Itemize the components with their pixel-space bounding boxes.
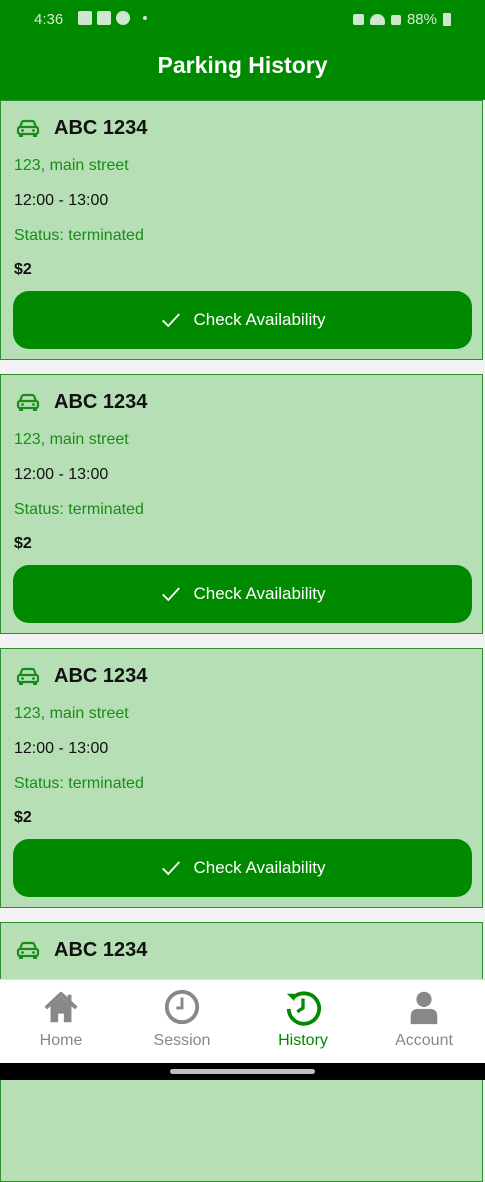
parking-price: $2: [14, 535, 32, 552]
more-notifications-icon: [143, 16, 147, 20]
system-indicators: 88%: [352, 11, 451, 28]
parking-status: Status: terminated: [14, 501, 144, 518]
home-icon: [44, 991, 78, 1023]
parking-time-range: 12:00 - 13:00: [14, 466, 109, 483]
history-card: ABC 1234 123, main street 12:00 - 13:00 …: [0, 100, 483, 360]
nav-history[interactable]: History: [253, 988, 353, 1050]
plate-row: ABC 1234: [16, 391, 147, 414]
notification-icons: [78, 11, 147, 25]
nav-history-label: History: [278, 1032, 328, 1049]
button-label: Check Availability: [193, 310, 326, 329]
license-plate: ABC 1234: [54, 939, 148, 961]
signal-icon: [390, 14, 401, 25]
battery-percent: 88%: [406, 11, 437, 28]
check-availability-button[interactable]: Check Availability: [13, 839, 472, 897]
checkmark-icon: [161, 587, 180, 602]
car-icon: [16, 941, 40, 959]
gallery-icon: [78, 11, 92, 25]
car-icon: [16, 393, 40, 411]
car-icon: [16, 667, 40, 685]
license-plate: ABC 1234: [54, 117, 148, 139]
license-plate: ABC 1234: [54, 391, 148, 413]
page-title: Parking History: [157, 52, 328, 78]
wifi-icon: [369, 14, 385, 25]
button-label: Check Availability: [193, 858, 326, 877]
parking-time-range: 12:00 - 13:00: [14, 740, 109, 757]
parking-address: 123, main street: [14, 157, 129, 174]
parking-address: 123, main street: [14, 705, 129, 722]
check-availability-button[interactable]: Check Availability: [13, 291, 472, 349]
nav-session-label: Session: [153, 1032, 211, 1049]
battery-icon: [443, 13, 451, 26]
history-icon: [286, 991, 321, 1026]
nav-home[interactable]: Home: [11, 988, 111, 1050]
nav-session[interactable]: Session: [132, 988, 232, 1050]
car-icon: [16, 119, 40, 137]
plate-row: ABC 1234: [16, 665, 147, 688]
account-icon: [410, 991, 438, 1025]
parking-price: $2: [14, 261, 32, 278]
button-label: Check Availability: [193, 584, 326, 603]
status-bar: 4:36 88%: [0, 0, 485, 40]
status-time: 4:36: [34, 11, 64, 28]
app-header: 4:36 88% Parking History: [0, 0, 485, 100]
linkedin-icon: [97, 11, 111, 25]
checkmark-icon: [161, 861, 180, 876]
nav-account[interactable]: Account: [374, 988, 474, 1050]
clock-icon: [164, 989, 200, 1025]
home-indicator[interactable]: [170, 1069, 315, 1074]
nav-account-label: Account: [395, 1032, 453, 1049]
bottom-nav: Home Session History Account: [0, 979, 485, 1063]
parking-status: Status: terminated: [14, 775, 144, 792]
parking-status: Status: terminated: [14, 227, 144, 244]
parking-price: $2: [14, 809, 32, 826]
history-card: ABC 1234 123, main street 12:00 - 13:00 …: [0, 648, 483, 908]
nav-home-label: Home: [39, 1032, 83, 1049]
parking-address: 123, main street: [14, 431, 129, 448]
parking-time-range: 12:00 - 13:00: [14, 192, 109, 209]
checkmark-icon: [161, 313, 180, 328]
license-plate: ABC 1234: [54, 665, 148, 687]
check-availability-button[interactable]: Check Availability: [13, 565, 472, 623]
history-card: ABC 1234 123, main street 12:00 - 13:00 …: [0, 374, 483, 634]
whatsapp-icon: [116, 11, 130, 25]
plate-row: ABC 1234: [16, 117, 147, 140]
alarm-icon: [352, 14, 364, 25]
plate-row: ABC 1234: [16, 939, 147, 962]
